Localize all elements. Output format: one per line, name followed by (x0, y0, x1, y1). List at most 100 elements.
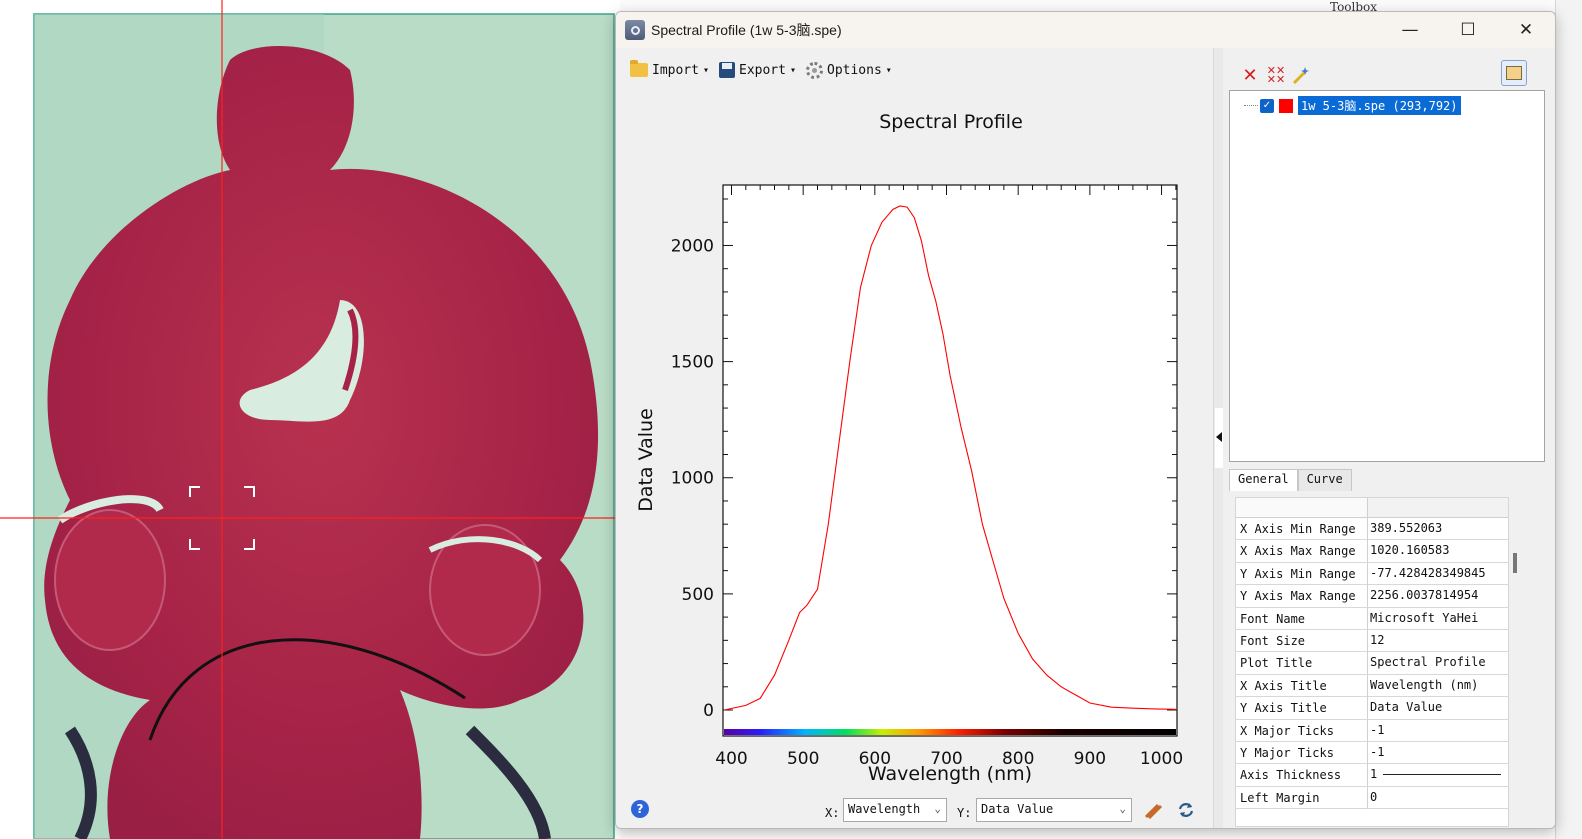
folder-icon (630, 60, 648, 77)
pencil-icon[interactable] (1143, 800, 1163, 820)
tab-general[interactable]: General (1229, 469, 1298, 491)
options-button[interactable]: Options ▾ (806, 61, 892, 79)
property-value[interactable]: 1020.160583 (1367, 540, 1508, 563)
curve-visible-checkbox[interactable]: ✓ (1260, 98, 1274, 113)
property-row[interactable]: Plot Title Spectral Profile (1236, 652, 1508, 675)
brain-slice-image[interactable] (0, 0, 620, 839)
export-label: Export (739, 62, 786, 78)
tree-item[interactable]: ✓ 1w 5-3脑.spe (293,792) (1244, 96, 1461, 115)
property-row[interactable]: Font Size 12 (1236, 629, 1508, 653)
plot-area (722, 184, 1178, 737)
property-value[interactable]: -1 (1367, 719, 1508, 742)
property-value[interactable]: 1 (1367, 764, 1508, 787)
spectral-plot[interactable]: Spectral Profile 400 500 600 700 800 900 10000… (616, 96, 1213, 786)
import-button[interactable]: Import ▾ (630, 60, 709, 78)
import-label: Import (652, 62, 699, 78)
property-grid: X Axis Min Range 389.552063 X Axis Max Ra… (1235, 497, 1509, 827)
y-tick-label: 500 (682, 585, 714, 605)
property-name: X Major Ticks (1240, 723, 1334, 738)
window-titlebar[interactable]: Spectral Profile (1w 5-3脑.spe) — ☐ ✕ (616, 12, 1555, 48)
property-name: Plot Title (1240, 656, 1313, 671)
y-axis-select-value: Data Value (981, 802, 1054, 816)
remove-all-curves-icon[interactable]: ✕✕ ✕✕ (1265, 64, 1287, 86)
x-selector-label: X: (825, 806, 840, 820)
property-row[interactable]: X Axis Title Wavelength (nm) (1236, 674, 1508, 698)
line-thickness-preview (1383, 774, 1502, 776)
property-row[interactable]: X Major Ticks -1 (1236, 719, 1508, 742)
property-value[interactable]: Microsoft YaHei (1367, 607, 1508, 630)
property-name: Y Major Ticks (1240, 745, 1334, 760)
minimize-button[interactable]: — (1381, 12, 1439, 48)
plot-title: Spectral Profile (879, 111, 1023, 133)
close-button[interactable]: ✕ (1497, 12, 1555, 48)
chevron-down-icon: ▾ (789, 64, 796, 76)
property-name: X Axis Title (1240, 678, 1327, 693)
property-name: Y Axis Title (1240, 701, 1327, 716)
tab-curve[interactable]: Curve (1297, 469, 1352, 491)
property-value[interactable]: Wavelength (nm) (1367, 674, 1508, 697)
collapse-arrow-icon[interactable] (1216, 432, 1222, 442)
property-name: Y Axis Max Range (1240, 589, 1356, 604)
property-value[interactable]: Spectral Profile (1367, 652, 1508, 675)
chevron-down-icon: ▾ (885, 64, 892, 76)
y-tick-label: 1000 (671, 469, 714, 489)
property-value-text: 1 (1370, 767, 1378, 782)
image-viewer[interactable] (0, 0, 620, 839)
property-row[interactable]: Y Axis Min Range -77.428428349845 (1236, 562, 1508, 586)
property-row[interactable]: Left Margin 0 (1236, 786, 1508, 810)
refresh-icon[interactable] (1176, 800, 1196, 820)
property-row[interactable]: Y Axis Title Data Value (1236, 697, 1508, 720)
x-tick-label: 500 (787, 749, 819, 769)
background-app-strip (1555, 0, 1582, 839)
curve-name-label[interactable]: 1w 5-3脑.spe (293,792) (1298, 96, 1461, 115)
property-value[interactable]: -77.428428349845 (1367, 562, 1508, 585)
property-grid-header (1236, 498, 1508, 518)
x-axis-select-value: Wavelength (848, 802, 921, 816)
property-row[interactable]: Axis Thickness 1 (1236, 764, 1508, 787)
x-axis-title: Wavelength (nm) (868, 763, 1032, 785)
property-row[interactable]: Y Major Ticks -1 (1236, 741, 1508, 765)
curve-color-swatch (1279, 98, 1293, 113)
property-value[interactable]: Data Value (1367, 697, 1508, 720)
property-row[interactable]: X Axis Min Range 389.552063 (1236, 518, 1508, 541)
y-selector-label: Y: (957, 806, 972, 820)
property-name: Font Size (1240, 633, 1306, 648)
property-name: X Axis Max Range (1240, 544, 1356, 559)
spectrum-colorbar (724, 729, 1176, 735)
property-row[interactable]: X Axis Max Range 1020.160583 (1236, 540, 1508, 563)
property-value[interactable]: 0 (1367, 786, 1508, 809)
export-button[interactable]: Export ▾ (719, 62, 796, 78)
panel-splitter[interactable] (1213, 48, 1223, 828)
app-icon (625, 20, 645, 40)
y-tick-label: 0 (703, 701, 714, 721)
desktop: Toolbox Spectral Profile (1w 5-3脑.spe) —… (0, 0, 1582, 839)
spectral-profile-window[interactable]: Spectral Profile (1w 5-3脑.spe) — ☐ ✕ Imp… (615, 11, 1556, 829)
property-value[interactable]: -1 (1367, 741, 1508, 764)
property-name: Left Margin (1240, 790, 1320, 805)
options-label: Options (827, 62, 882, 78)
maximize-button[interactable]: ☐ (1439, 12, 1497, 48)
property-value[interactable]: 12 (1367, 629, 1508, 652)
curve-tree[interactable]: ✓ 1w 5-3脑.spe (293,792) (1229, 90, 1545, 462)
plot-toolbar: Import ▾ Export ▾ Options ▾ (630, 56, 892, 84)
chevron-down-icon: ⌄ (1119, 802, 1126, 815)
remove-curve-icon[interactable]: ✕ (1239, 64, 1261, 86)
x-tick-label: 1000 (1140, 749, 1183, 769)
x-tick-label: 400 (715, 749, 747, 769)
y-axis-select[interactable]: Data Value ⌄ (976, 798, 1132, 822)
tree-connector (1244, 105, 1258, 106)
property-scrollbar[interactable] (1513, 553, 1517, 573)
chevron-down-icon: ⌄ (934, 802, 941, 815)
property-row[interactable]: Font Name Microsoft YaHei (1236, 607, 1508, 630)
property-value[interactable]: 389.552063 (1367, 518, 1508, 540)
property-row[interactable]: Y Axis Max Range 2256.0037814954 (1236, 585, 1508, 608)
wand-icon[interactable] (1291, 64, 1313, 86)
x-axis-select[interactable]: Wavelength ⌄ (843, 798, 947, 822)
help-icon[interactable]: ? (631, 800, 649, 818)
save-disk-icon (719, 62, 735, 78)
window-title: Spectral Profile (1w 5-3脑.spe) (651, 22, 842, 38)
y-tick-label: 1500 (671, 353, 714, 373)
chevron-down-icon: ▾ (702, 64, 709, 76)
property-value[interactable]: 2256.0037814954 (1367, 585, 1508, 608)
properties-panel-icon[interactable] (1501, 60, 1527, 86)
